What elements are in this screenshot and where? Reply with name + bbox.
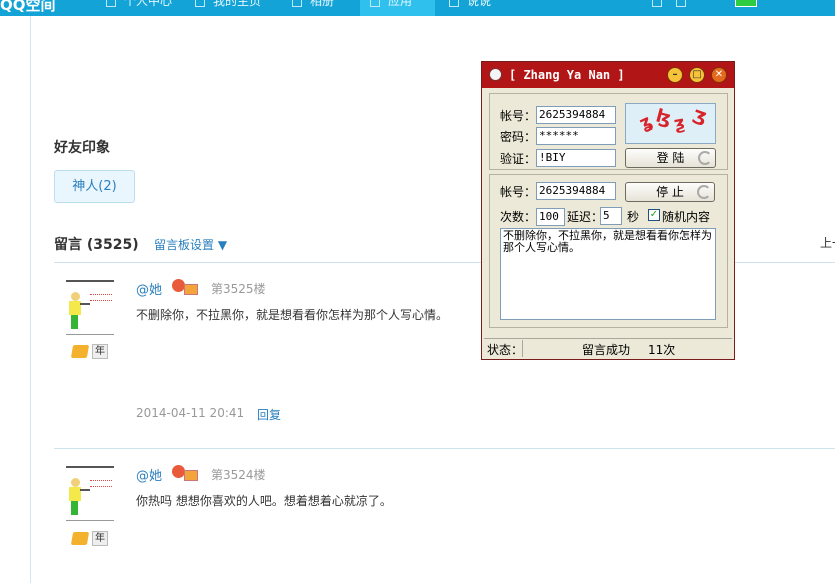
maximize-icon[interactable]: □ [689,67,705,83]
vip-icon [184,284,198,295]
account-label: 帐号： [500,109,537,123]
vip-icon [184,470,198,481]
message-content-textarea[interactable]: 不删除你，不拉黑你，就是想看看你怎样为那个人写心情。 [500,228,716,320]
badge-icon [70,532,90,545]
window-titlebar[interactable]: [ Zhang Ya Nan ] – □ ✕ [482,62,734,88]
apps-icon [370,0,380,7]
message-user[interactable]: @她 [136,279,162,298]
status-bar: 状态： 留言成功 11次 [484,338,732,357]
message-text: 你热吗 想想你喜欢的人吧。想着想着心就凉了。 [136,494,392,508]
floor-number: 第3524楼 [211,468,266,482]
floor-number: 第3525楼 [211,282,266,296]
verify-label: 验证： [500,152,537,166]
impression-title: 好友印象 [54,140,110,156]
reply-link[interactable]: 回复 [257,406,281,423]
qzone-logo[interactable]: QQ空间 [0,0,56,14]
nav-item-home[interactable]: 个人中心 [98,0,183,16]
count-label: 次数： [500,210,537,224]
nav-item-album[interactable]: 相册 [278,0,360,16]
apps-grid-icon[interactable] [676,0,686,7]
battery-icon [735,0,757,7]
status-text: 留言成功 [582,343,631,357]
account2-input[interactable]: 2625394884 [536,182,616,200]
status-count: 11次 [648,343,676,357]
badge-icon [70,345,90,358]
status-label: 状态： [487,343,524,357]
account-input[interactable]: 2625394884 [536,106,616,124]
verify-input[interactable]: !BIY [536,149,616,167]
delay-label: 延迟： [567,210,604,224]
top-nav-bar: QQ空间 个人中心 我的主页 相册 应用 说说 [0,0,835,16]
penguin-icon [489,68,502,81]
qq-years-badge: 年 [70,344,110,360]
delay-input[interactable]: 5 [600,207,622,225]
grid-icon[interactable] [652,0,662,7]
password-input[interactable]: ****** [536,127,616,145]
message-board-title: 留言 (3525) [54,237,139,253]
seconds-label: 秒 [627,210,640,224]
avatar[interactable] [66,280,114,335]
message-date: 2014-04-11 20:41 [136,406,245,420]
photo-icon [292,0,302,7]
nav-item-mypage[interactable]: 我的主页 [183,0,278,16]
prev-page-link[interactable]: 上一页 [820,234,835,251]
count-input[interactable]: 100 [536,208,565,226]
message-user[interactable]: @她 [136,465,162,484]
random-content-label: 随机内容 [662,210,711,224]
nav-item-apps[interactable]: 应用 [360,0,435,16]
minimize-icon[interactable]: – [667,67,683,83]
login-button[interactable]: 登 陆 [625,148,716,168]
home-icon [106,0,116,7]
random-content-checkbox[interactable]: ✓ [648,209,660,221]
captcha-image[interactable]: ʓ ɮ ƺ Ʒ [625,103,716,144]
nav-item-talk[interactable]: 说说 [435,0,515,16]
stop-button[interactable]: 停 止 [625,182,715,202]
message-text: 不删除你，不拉黑你，就是想看看你怎样为那个人写心情。 [136,308,449,322]
account2-label: 帐号： [500,185,537,199]
divider [54,448,835,449]
content-left-border [30,16,31,583]
board-settings-link[interactable]: 留言板设置 ▼ [154,236,227,253]
impression-tag[interactable]: 神人(2) [54,170,135,203]
window-title: [ Zhang Ya Nan ] [509,68,625,82]
spam-tool-window: [ Zhang Ya Nan ] – □ ✕ 帐号： 2625394884 密码… [481,61,735,360]
page-icon [195,0,205,7]
talk-icon [449,0,459,7]
qq-years-badge: 年 [70,531,110,547]
close-icon[interactable]: ✕ [711,67,727,83]
password-label: 密码： [500,130,537,144]
avatar[interactable] [66,466,114,521]
